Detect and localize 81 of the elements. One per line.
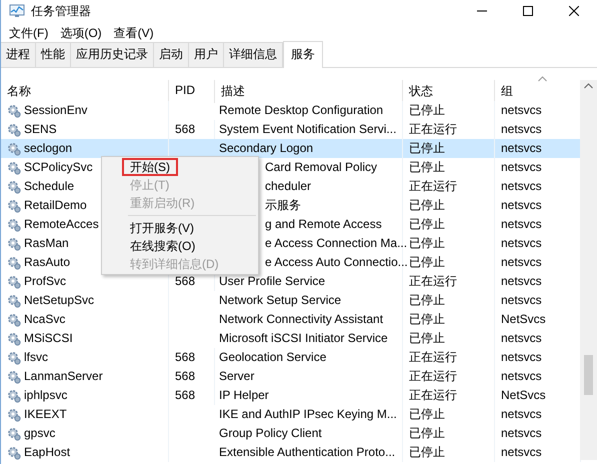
gear-icon: [7, 294, 21, 308]
gear-icon: [7, 160, 21, 174]
gear-icon: [7, 332, 21, 346]
menu-item[interactable]: 选项(O): [54, 24, 108, 42]
table-cell: 已停止: [403, 101, 495, 120]
table-cell: gpsvc: [1, 424, 169, 443]
menu-item[interactable]: 查看(V): [108, 24, 160, 42]
gear-icon: [7, 256, 21, 270]
table-cell: Extensible Authentication Proto...: [215, 443, 403, 462]
table-cell: IKE and AuthIP IPsec Keying M...: [215, 405, 403, 424]
gear-icon: [7, 236, 21, 250]
tab[interactable]: 应用历史记录: [71, 42, 154, 67]
gear-icon: [7, 218, 21, 232]
column-header[interactable]: 状态: [403, 80, 495, 103]
table-cell: 568: [169, 386, 215, 405]
scroll-up-icon[interactable]: [584, 83, 593, 89]
table-cell: 已停止: [403, 405, 495, 424]
tab[interactable]: 启动: [154, 42, 189, 67]
column-header[interactable]: PID: [169, 80, 215, 103]
table-cell: 已停止: [403, 215, 495, 234]
gear-icon: [7, 388, 21, 402]
table-cell: IKEEXT: [1, 405, 169, 424]
table-cell: iphlpsvc: [1, 386, 169, 405]
gear-icon: [7, 122, 21, 136]
table-cell: MSiSCSI: [1, 329, 169, 348]
table-cell: Network Setup Service: [215, 291, 403, 310]
table-cell: 已停止: [403, 158, 495, 177]
gear-icon: [7, 180, 21, 194]
app-icon: [9, 4, 25, 18]
tab[interactable]: 性能: [36, 42, 71, 67]
menu-item[interactable]: 文件(F): [3, 24, 54, 42]
gear-icon: [7, 104, 21, 118]
gear-icon: [7, 312, 21, 326]
table-cell: 568: [169, 348, 215, 367]
table-cell: Group Policy Client: [215, 424, 403, 443]
column-header[interactable]: 名称: [1, 80, 169, 103]
tab[interactable]: 进程: [1, 42, 36, 67]
table-cell: 已停止: [403, 443, 495, 462]
table-cell: 568: [169, 367, 215, 386]
table-cell: 正在运行: [403, 348, 495, 367]
tab[interactable]: 用户: [189, 42, 224, 67]
gear-icon: [7, 142, 21, 156]
table-cell: Remote Desktop Configuration: [215, 101, 403, 120]
gear-icon: [7, 350, 21, 364]
table-cell: NcaSvc: [1, 310, 169, 329]
table-cell: SessionEnv: [1, 101, 169, 120]
table-cell: 正在运行: [403, 177, 495, 196]
gear-icon: [7, 408, 21, 422]
table-cell: 已停止: [403, 310, 495, 329]
maximize-icon: [523, 6, 533, 16]
gear-icon: [7, 426, 21, 440]
table-cell: 正在运行: [403, 367, 495, 386]
close-icon: [569, 6, 579, 16]
gear-icon: [7, 198, 21, 212]
table-cell: 正在运行: [403, 272, 495, 291]
table-cell: 已停止: [403, 139, 495, 158]
table-cell: LanmanServer: [1, 367, 169, 386]
table-cell: 已停止: [403, 329, 495, 348]
table-cell: Network Connectivity Assistant: [215, 310, 403, 329]
window-title: 任务管理器: [31, 2, 91, 20]
gear-icon: [7, 274, 21, 288]
scroll-thumb[interactable]: [584, 355, 593, 395]
table-cell: 正在运行: [403, 386, 495, 405]
table-cell: lfsvc: [1, 348, 169, 367]
table-cell: Microsoft iSCSI Initiator Service: [215, 329, 403, 348]
table-cell: Server: [215, 367, 403, 386]
column-header[interactable]: 描述: [215, 80, 403, 103]
table-cell: 已停止: [403, 196, 495, 215]
sort-caret-icon: [538, 76, 547, 82]
gear-icon: [7, 446, 21, 460]
tab[interactable]: 详细信息: [224, 42, 283, 67]
table-cell: 已停止: [403, 424, 495, 443]
table-cell: 已停止: [403, 291, 495, 310]
tab[interactable]: 服务: [283, 41, 323, 68]
table-cell: NetSetupSvc: [1, 291, 169, 310]
table-cell: EapHost: [1, 443, 169, 462]
gear-icon: [7, 370, 21, 384]
scrollbar[interactable]: [580, 80, 597, 460]
table-cell: Geolocation Service: [215, 348, 403, 367]
context-menu-item[interactable]: 开始(S): [122, 158, 178, 176]
table-cell: IP Helper: [215, 386, 403, 405]
